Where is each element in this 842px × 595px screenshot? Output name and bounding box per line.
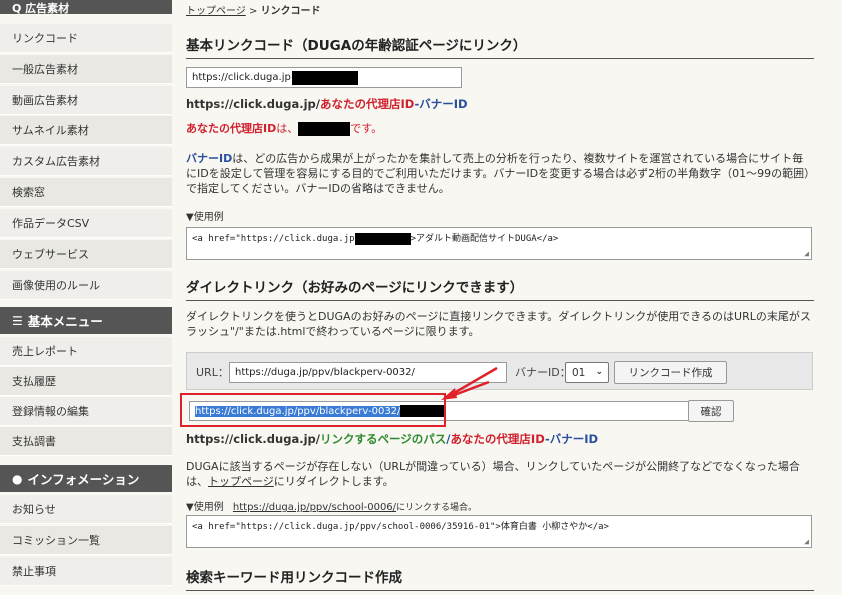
redacted-id	[354, 232, 411, 245]
sidebar-item-label: リンクコード	[12, 32, 78, 45]
basic-example-code-b: >アダルト動画配信サイトDUGA</a>	[410, 234, 559, 244]
basic-example-label: ▼使用例	[186, 212, 224, 223]
format-banner-id: バナーID	[549, 432, 599, 446]
sidebar-item-image-rules[interactable]: 画像使用のルール	[0, 271, 172, 300]
highlight-box	[180, 393, 446, 427]
sidebar-heading-basic-menu: ☰ 基本メニュー	[0, 307, 172, 334]
sidebar-item-news[interactable]: お知らせ	[0, 495, 172, 524]
redacted-id	[291, 70, 358, 85]
sidebar-item-web-service[interactable]: ウェブサービス	[0, 240, 172, 269]
sidebar-item-label: コミッション一覧	[12, 534, 100, 547]
format-prefix: https://click.duga.jp/	[186, 97, 320, 111]
basic-link-code-input[interactable]: https://click.duga.jp	[186, 67, 462, 88]
create-link-code-button[interactable]: リンクコード作成	[614, 361, 727, 384]
agent-id-mid: は、	[276, 122, 299, 135]
breadcrumb: トップページ > リンクコード	[186, 2, 321, 17]
section-heading-direct: ダイレクトリンク（お好みのページにリンクできます）	[186, 276, 814, 301]
example-suffix: にリンクする場合。	[396, 503, 478, 513]
sidebar-item-label: 支払履歴	[12, 375, 56, 388]
sidebar: Q 広告素材 リンクコード 一般広告素材 動画広告素材 サムネイル素材 カスタム…	[0, 0, 172, 595]
sidebar-item-commission-list[interactable]: コミッション一覧	[0, 526, 172, 555]
sidebar-item-product-csv[interactable]: 作品データCSV	[0, 209, 172, 238]
sidebar-item-prohibited[interactable]: 禁止事項	[0, 557, 172, 586]
sidebar-item-custom-ads[interactable]: カスタム広告素材	[0, 147, 172, 176]
format-banner-id: バナーID	[419, 97, 468, 111]
section-heading-search-keyword: 検索キーワード用リンクコード作成	[186, 566, 814, 591]
basic-example-code-a: <a href="https://click.duga.jp	[192, 234, 355, 244]
sidebar-item-video-ads[interactable]: 動画広告素材	[0, 86, 172, 115]
agent-id-suffix: です。	[350, 122, 383, 135]
sidebar-item-label: 作品データCSV	[12, 217, 90, 230]
sidebar-item-label: 禁止事項	[12, 565, 56, 578]
sidebar-item-thumbnail[interactable]: サムネイル素材	[0, 116, 172, 145]
sidebar-item-label: カスタム広告素材	[12, 155, 100, 168]
url-label: URL：	[196, 366, 229, 379]
format-path: リンクするページのパス	[319, 432, 447, 446]
sidebar-heading-ads: Q 広告素材	[0, 0, 172, 14]
breadcrumb-home-link[interactable]: トップページ	[186, 6, 246, 17]
sidebar-item-label: サムネイル素材	[12, 124, 89, 137]
url-input-value: https://duga.jp/ppv/blackperv-0032/	[235, 367, 415, 378]
banner-id-description: バナーIDは、どの広告から成果が上がったかを集計して売上の分析を行ったり、複数サ…	[186, 151, 812, 196]
format-prefix: https://click.duga.jp/	[186, 432, 320, 446]
direct-example-code: <a href="https://click.duga.jp/ppv/schoo…	[192, 522, 609, 532]
sidebar-item-label: ウェブサービス	[12, 248, 89, 261]
sidebar-item-label: 登録情報の編集	[12, 405, 89, 418]
confirm-button[interactable]: 確認	[688, 400, 734, 422]
agent-id-label: あなたの代理店ID	[186, 122, 277, 135]
top-page-link[interactable]: トップページ	[208, 475, 274, 488]
resize-grip-icon[interactable]: ◢	[804, 249, 809, 258]
menu-list-icon: ☰	[12, 313, 23, 328]
banner-id-select[interactable]: 01 ⌄	[565, 362, 609, 383]
breadcrumb-separator: >	[245, 6, 261, 17]
sidebar-heading-label: インフォメーション	[27, 472, 140, 487]
chevron-down-icon: ⌄	[595, 367, 603, 377]
breadcrumb-current: リンクコード	[260, 6, 321, 17]
sidebar-item-general-ads[interactable]: 一般広告素材	[0, 55, 172, 84]
sidebar-item-label: 画像使用のルール	[12, 279, 100, 292]
basic-example-textarea[interactable]: <a href="https://click.duga.jp >アダルト動画配信サ…	[186, 227, 812, 260]
direct-example-label: ▼使用例	[186, 502, 224, 513]
sidebar-item-edit-registration[interactable]: 登録情報の編集	[0, 397, 172, 426]
example-url-link[interactable]: https://duga.jp/ppv/school-0006/	[233, 502, 396, 513]
direct-description: ダイレクトリンクを使うとDUGAのお好みのページに直接リンクできます。ダイレクト…	[186, 310, 811, 338]
banner-id-desc-text: は、どの広告から成果が上がったかを集計して売上の分析を行ったり、複数サイトを運営…	[186, 152, 810, 195]
sidebar-item-link-code[interactable]: リンクコード	[0, 24, 172, 53]
sidebar-item-label: 動画広告素材	[12, 94, 78, 107]
resize-grip-icon[interactable]: ◢	[804, 537, 809, 546]
sidebar-item-payment-record[interactable]: 支払調書	[0, 427, 172, 456]
sidebar-item-label: お知らせ	[12, 503, 56, 516]
sidebar-item-label: 検索窓	[12, 186, 45, 199]
format-agent-id: あなたの代理店ID	[450, 432, 545, 446]
sidebar-item-label: 一般広告素材	[12, 63, 78, 76]
sidebar-heading-ads-label: Q 広告素材	[12, 2, 70, 15]
banner-id-label: バナーID：	[515, 366, 571, 379]
direct-example-line: ▼使用例 https://duga.jp/ppv/school-0006/にリン…	[186, 500, 477, 516]
sidebar-item-search-box[interactable]: 検索窓	[0, 178, 172, 207]
sidebar-item-payment-history[interactable]: 支払履歴	[0, 367, 172, 396]
direct-example-textarea[interactable]: <a href="https://click.duga.jp/ppv/schoo…	[186, 515, 812, 548]
sidebar-item-label: 売上レポート	[12, 345, 78, 358]
sidebar-heading-label: 基本メニュー	[27, 314, 103, 329]
basic-link-code-value: https://click.duga.jp	[192, 72, 291, 83]
annotation-arrow-icon	[441, 366, 498, 400]
speech-bubble-icon: ●	[12, 471, 23, 486]
format-agent-id: あなたの代理店ID	[319, 97, 415, 111]
sidebar-item-label: 支払調書	[12, 435, 56, 448]
redirect-note-b: にリダイレクトします。	[273, 475, 394, 488]
redirect-note: DUGAに該当するページが存在しない（URLが間違っている）場合、リンクしていた…	[186, 459, 812, 489]
banner-id-select-value: 01	[572, 366, 586, 379]
redacted-agent-id	[298, 122, 351, 136]
basic-format-line: https://click.duga.jp/あなたの代理店ID-バナーID	[186, 97, 468, 112]
section-heading-basic: 基本リンクコード（DUGAの年齢認証ページにリンク）	[186, 34, 814, 59]
sidebar-item-sales-report[interactable]: 売上レポート	[0, 337, 172, 366]
banner-id-term: バナーID	[186, 152, 233, 165]
sidebar-heading-information: ● インフォメーション	[0, 465, 172, 492]
agent-id-line: あなたの代理店IDは、 です。	[186, 121, 382, 136]
direct-format-line: https://click.duga.jp/リンクするページのパス/あなたの代理…	[186, 432, 598, 447]
